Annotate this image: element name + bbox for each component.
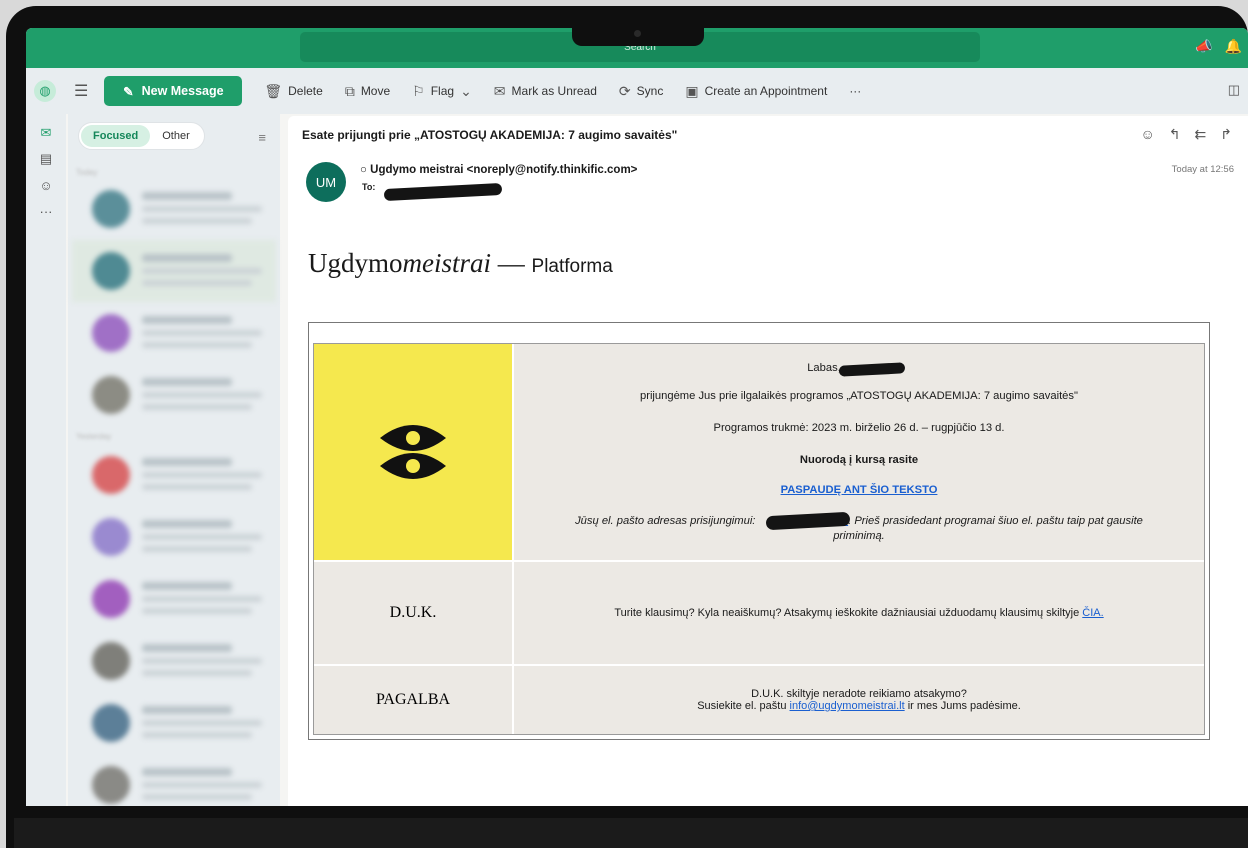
screen: Search 📣 🔔 ◍ ☰ ✎ New Message 🗑 Delete ⧉ Mo… [26,28,1248,806]
folder-move-icon: ⧉ [344,82,355,99]
brand-name-part1: Ugdymo [308,248,403,278]
reading-pane-toggle-icon[interactable]: ◫ [1228,82,1240,98]
create-appointment-label: Create an Appointment [704,84,828,98]
tab-other[interactable]: Other [150,125,202,147]
filter-icon[interactable]: ≡ [258,130,266,145]
create-appointment-button[interactable]: ▣ Create an Appointment [685,83,827,100]
mark-unread-button[interactable]: ✉ Mark as Unread [494,83,597,100]
toolbar: ◍ ☰ ✎ New Message 🗑 Delete ⧉ Move ⚐ Flag ⌄ ✉… [26,68,1248,114]
faq-text: Turite klausimų? Kyla neaiškumų? Atsakym… [514,562,1204,664]
laptop-bottom [14,818,1248,848]
new-message-button[interactable]: ✎ New Message [104,76,243,106]
course-link[interactable]: PASPAUDĘ ANT ŠIO TEKSTO [781,484,938,496]
help-text: D.U.K. skiltyje neradote reikiamo atsaky… [514,666,1204,734]
trash-icon: 🗑 [264,82,283,99]
flag-label: Flag [430,84,455,98]
help-line-2: Susiekite el. paštu info@ugdymomeistrai.… [514,700,1204,712]
faq-link[interactable]: ČIA. [1082,607,1103,619]
message-cell: Labas, prijungėme Jus prie ilgalaikės pr… [514,344,1204,560]
calendar-add-icon: ▣ [685,82,699,99]
email-actions: ☺ ↰ ⇇ ↱ [1141,126,1233,143]
timestamp: Today at 12:56 [1171,164,1234,175]
email-table: Labas, prijungėme Jus prie ilgalaikės pr… [313,343,1205,735]
login-info: Jūsų el. pašto adresas prisijungimui: lt… [514,514,1204,544]
megaphone-icon[interactable]: 📣 [1195,38,1212,55]
chevron-down-icon[interactable]: ⌄ [460,83,472,100]
list-item[interactable] [72,364,276,426]
tab-focused[interactable]: Focused [81,125,151,147]
reply-icon[interactable]: ↰ [1169,126,1181,143]
brand-header: Ugdymomeistrai — Platforma [308,248,613,279]
list-section-today: Today [76,168,98,177]
logo-cell [314,344,512,560]
flag-icon: ⚐ [412,82,425,99]
sync-button[interactable]: ⟳ Sync [619,83,663,100]
more-apps-icon[interactable]: ··· [26,198,66,224]
sender[interactable]: ○ Ugdymo meistrai <noreply@notify.thinki… [360,164,637,176]
login-suffix: . Prieš prasidedant programai šiuo el. p… [848,515,1143,527]
forward-icon[interactable]: ↱ [1220,126,1232,143]
help-email-link[interactable]: info@ugdymomeistrai.lt [790,700,905,712]
help-prefix: Susiekite el. paštu [697,700,787,712]
redaction-mark [383,182,503,202]
left-rail: ✉ ▤ ☺ ··· [26,114,66,806]
message-line-3: Nuorodą į kursą rasite [799,454,919,466]
sync-label: Sync [636,84,664,98]
email-card: Labas, prijungėme Jus prie ilgalaikės pr… [308,322,1210,740]
more-label: ··· [849,84,862,98]
list-item[interactable] [72,302,276,364]
globe-icon[interactable]: ◍ [34,80,56,102]
list-item[interactable] [72,754,276,806]
list-item[interactable] [72,240,276,302]
mark-unread-label: Mark as Unread [511,84,597,98]
move-button[interactable]: ⧉ Move [345,83,390,100]
login-suffix-end: priminimą. [833,530,885,542]
help-title: PAGALBA [314,666,512,734]
help-line-1: D.U.K. skiltyje neradote reikiamo atsaky… [751,688,967,700]
appbar-icons: 📣 🔔 [1195,38,1242,55]
camera-dot [634,30,641,37]
message-list: Focused Other ≡ Today Yesterday [68,114,280,806]
avatar: UM [306,162,346,202]
reading-pane: Esate prijungti prie „ATOSTOGŲ AKADEMIJA… [288,116,1248,806]
email-subject: Esate prijungti prie „ATOSTOGŲ AKADEMIJA… [302,128,678,142]
to-label: To: [362,182,376,192]
delete-button[interactable]: 🗑 Delete [264,83,322,100]
login-prefix: Jūsų el. pašto adresas prisijungimui: [575,515,756,527]
inbox-tabs: Focused Other [78,122,205,150]
message-line-2: Programos trukmė: 2023 m. birželio 26 d.… [713,422,1005,434]
faq-text-body: Turite klausimų? Kyla neaiškumų? Atsakym… [614,607,1080,619]
list-item[interactable] [72,692,276,754]
sync-icon: ⟳ [618,82,631,99]
greeting-text: Labas, [807,362,841,374]
brand-platform: Platforma [531,256,613,277]
new-message-label: New Message [141,84,224,98]
more-button[interactable]: ··· [849,84,861,98]
move-label: Move [360,84,391,98]
list-section-earlier: Yesterday [76,432,112,441]
menu-icon[interactable]: ☰ [74,81,88,101]
redaction-mark [838,362,906,377]
notification-icon[interactable]: 🔔 [1225,38,1242,55]
delete-label: Delete [288,84,323,98]
help-suffix: ir mes Jums padėsime. [907,700,1021,712]
envelope-icon: ✉ [493,82,506,99]
brand-name-part2: meistrai [402,248,492,278]
emoji-icon[interactable]: ☺ [1141,126,1155,143]
list-item[interactable] [72,630,276,692]
message-line-1: prijungėme Jus prie ilgalaikės programos… [640,390,1078,402]
contacts-icon[interactable]: ☺ [26,172,66,198]
eyes-logo-icon [380,425,446,479]
list-item[interactable] [72,506,276,568]
brand-dash: — [491,248,532,278]
calendar-icon[interactable]: ▤ [26,146,66,172]
reply-all-icon[interactable]: ⇇ [1195,126,1207,143]
flag-button[interactable]: ⚐ Flag ⌄ [412,83,472,100]
faq-title: D.U.K. [314,562,512,664]
mail-icon[interactable]: ✉ [26,120,66,146]
list-item[interactable] [72,444,276,506]
list-item[interactable] [72,178,276,240]
list-item[interactable] [72,568,276,630]
compose-icon: ✎ [123,84,134,99]
